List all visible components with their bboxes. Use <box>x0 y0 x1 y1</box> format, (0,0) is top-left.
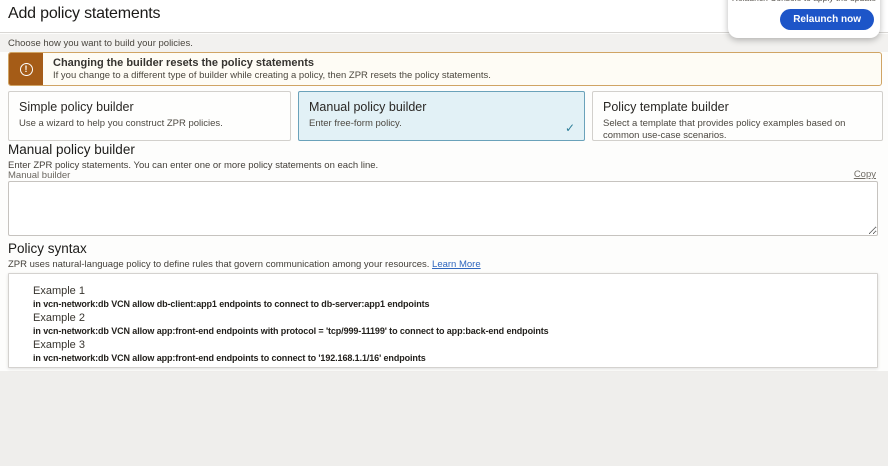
manual-builder-textarea[interactable] <box>8 181 878 236</box>
warning-body: If you change to a different type of bui… <box>53 70 491 82</box>
example-label: Example 2 <box>33 312 867 325</box>
card-description: Use a wizard to help you construct ZPR p… <box>19 118 280 130</box>
update-message: Relaunch Console to apply the update <box>728 0 880 3</box>
syntax-section-description: ZPR uses natural-language policy to defi… <box>8 259 481 270</box>
policy-examples-box: Example 1 in vcn-network:db VCN allow db… <box>8 273 878 368</box>
builder-card-manual-selected[interactable]: Manual policy builder Enter free-form po… <box>298 91 585 141</box>
manual-section-heading: Manual policy builder <box>8 142 135 157</box>
checkmark-icon: ✓ <box>565 121 575 135</box>
card-description: Select a template that provides policy e… <box>603 118 872 141</box>
manual-builder-label: Manual builder <box>8 170 70 181</box>
builder-card-simple[interactable]: Simple policy builder Use a wizard to he… <box>8 91 291 141</box>
syntax-section-heading: Policy syntax <box>8 241 87 256</box>
copy-link[interactable]: Copy <box>854 169 876 180</box>
card-description: Enter free-form policy. <box>309 118 574 130</box>
card-title: Policy template builder <box>603 100 872 114</box>
main-panel: Add policy statements Choose how you wan… <box>0 0 888 371</box>
example-label: Example 1 <box>33 285 867 298</box>
learn-more-link[interactable]: Learn More <box>432 259 481 270</box>
syntax-description-text: ZPR uses natural-language policy to defi… <box>8 259 429 270</box>
card-title: Manual policy builder <box>309 100 574 114</box>
example-statement: in vcn-network:db VCN allow app:front-en… <box>33 352 867 365</box>
warning-title: Changing the builder resets the policy s… <box>53 57 491 70</box>
exclamation-circle-icon: ! <box>20 63 33 76</box>
builder-card-template[interactable]: Policy template builder Select a templat… <box>592 91 883 141</box>
page-title: Add policy statements <box>8 5 160 23</box>
warning-banner: ! Changing the builder resets the policy… <box>8 52 882 86</box>
example-statement: in vcn-network:db VCN allow db-client:ap… <box>33 298 867 311</box>
example-statement: in vcn-network:db VCN allow app:front-en… <box>33 325 867 338</box>
example-label: Example 3 <box>33 339 867 352</box>
relaunch-now-button[interactable]: Relaunch now <box>780 9 874 30</box>
warning-texts: Changing the builder resets the policy s… <box>43 53 501 85</box>
card-title: Simple policy builder <box>19 100 280 114</box>
warning-accent-stripe: ! <box>9 53 43 85</box>
intro-text: Choose how you want to build your polici… <box>8 38 193 49</box>
console-update-popup: Relaunch Console to apply the update Rel… <box>728 0 880 38</box>
